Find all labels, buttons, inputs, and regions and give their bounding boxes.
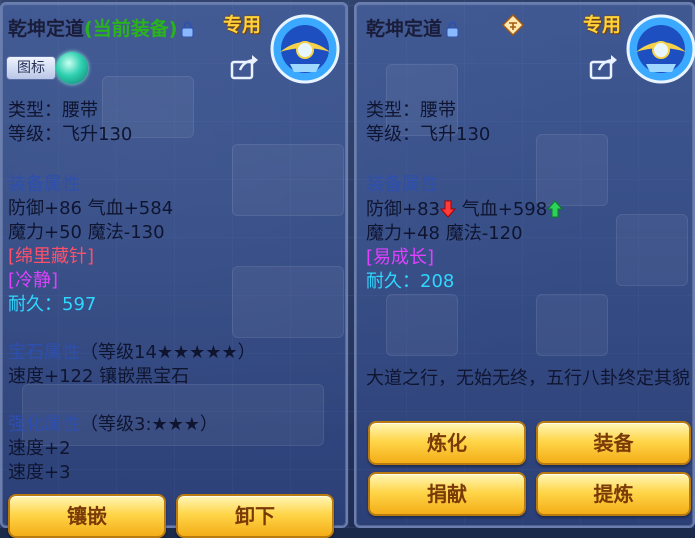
compare-attr-line: 防御+83 气血+598 [366, 199, 564, 221]
compare-durability: 耐久：208 [366, 271, 454, 293]
item-description: 大道之行，无始无终，五行八卦终定其貌 [366, 368, 690, 389]
item-level: 等级：飞升130 [8, 124, 133, 145]
equip-attr-header: 装备属性 [8, 174, 80, 195]
enhance-attr-header: 强化属性（等级3:★★★） [8, 414, 218, 436]
item-name: 乾坤定道 [8, 18, 85, 40]
review-icon[interactable] [502, 14, 524, 36]
enhance-header: 强化属性 [8, 414, 80, 435]
item-title: 乾坤定道(当前装备) [8, 14, 194, 41]
durability-label: 耐久： [8, 294, 62, 315]
item-belt-icon [270, 14, 340, 84]
lock-icon [446, 21, 459, 37]
item-belt-icon [626, 14, 695, 84]
enhance-line: 速度+2 [8, 438, 71, 459]
enhance-level: （等级3:★★★） [80, 414, 218, 435]
toggle-knob-icon [56, 52, 88, 84]
gem-header: 宝石属性 [8, 342, 80, 363]
icon-toggle[interactable]: 图标 [6, 52, 88, 84]
gem-line: 速度+122 镶嵌黑宝石 [8, 366, 190, 387]
special-skill: [冷静] [8, 270, 59, 291]
attr-line: 魔力+50 魔法-130 [8, 222, 165, 243]
compare-item-level: 等级：飞升130 [366, 124, 491, 145]
background-slot [536, 134, 608, 206]
arrow-up-icon [547, 200, 564, 218]
share-icon[interactable] [589, 54, 619, 80]
compare-special-effect: [易成长] [366, 247, 435, 268]
compare-item-name: 乾坤定道 [366, 18, 443, 40]
enhance-line: 速度+3 [8, 462, 71, 483]
durability-value: 597 [62, 294, 97, 315]
extract-button[interactable]: 提炼 [536, 472, 691, 516]
gem-level: （等级14★★★★★） [80, 342, 256, 363]
current-equip-status: (当前装备) [84, 18, 178, 40]
background-slot [536, 294, 608, 356]
special-tag: 专用 [223, 14, 262, 36]
inlay-button[interactable]: 镶嵌 [8, 494, 166, 538]
icon-toggle-label: 图标 [6, 56, 56, 80]
compare-attr-line: 魔力+48 魔法-120 [366, 223, 523, 244]
durability-value: 208 [420, 271, 455, 292]
arrow-down-icon [440, 200, 456, 218]
background-slot [386, 294, 458, 356]
defense-value: 防御+83 [366, 199, 440, 220]
compare-equip-attr-header: 装备属性 [366, 174, 438, 195]
durability: 耐久：597 [8, 294, 96, 316]
background-slot [232, 144, 344, 216]
equip-button[interactable]: 装备 [536, 421, 691, 465]
attr-line: 防御+86 气血+584 [8, 198, 174, 219]
unequip-button[interactable]: 卸下 [176, 494, 334, 538]
gem-attr-header: 宝石属性（等级14★★★★★） [8, 342, 256, 364]
item-type: 类型：腰带 [8, 100, 98, 121]
hp-value: 气血+598 [461, 199, 548, 220]
donate-button[interactable]: 捐献 [368, 472, 526, 516]
background-slot [232, 266, 344, 338]
durability-label: 耐久： [366, 271, 420, 292]
compare-item-type: 类型：腰带 [366, 100, 456, 121]
refine-button[interactable]: 炼化 [368, 421, 526, 465]
special-effect: [绵里藏针] [8, 246, 95, 267]
compare-item-title: 乾坤定道 [366, 14, 459, 41]
lock-icon [181, 21, 194, 37]
background-slot [616, 214, 688, 286]
share-icon[interactable] [230, 54, 260, 80]
special-tag: 专用 [583, 14, 622, 36]
